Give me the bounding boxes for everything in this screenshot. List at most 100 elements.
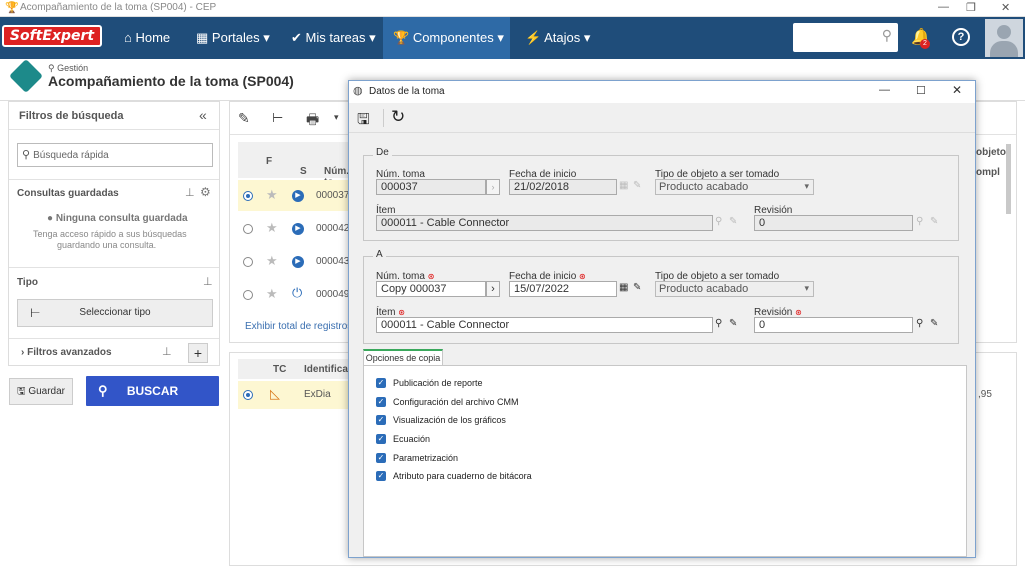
checkbox[interactable]: ✓: [376, 378, 386, 388]
grid-header: F S Núm. to: [238, 142, 350, 188]
advanced-filters-toggle[interactable]: › Filtros avanzados: [21, 347, 112, 358]
col-f[interactable]: F: [266, 156, 272, 167]
table-row[interactable]: ★ ▶ 000037: [238, 180, 350, 211]
calendar-icon[interactable]: ▦: [619, 282, 628, 293]
add-filter-button[interactable]: +: [188, 343, 208, 363]
close-icon[interactable]: ✕: [952, 83, 962, 97]
vertical-scrollbar[interactable]: [1006, 144, 1011, 214]
search-icon[interactable]: ⚲: [916, 318, 923, 329]
grid-icon: ▦: [196, 30, 209, 45]
chevron-down-icon[interactable]: ▾: [334, 112, 339, 123]
to-rev-input[interactable]: 0: [754, 317, 913, 333]
print-icon[interactable]: 🖶: [306, 109, 319, 133]
save-query-button[interactable]: 🖫 Guardar: [9, 378, 73, 405]
nav-atajos[interactable]: ⚡ Atajos ▾: [515, 17, 600, 59]
to-date-input[interactable]: 15/07/2022: [509, 281, 617, 297]
search-icon[interactable]: ⚲: [715, 318, 722, 329]
search-button[interactable]: ⚲ BUSCAR: [86, 376, 219, 406]
row-num: 000042: [316, 223, 350, 234]
status-icon: ▶: [292, 190, 304, 202]
refresh-icon[interactable]: ↻: [391, 107, 405, 127]
table-row[interactable]: ◺ ExDia: [238, 381, 350, 409]
row-radio[interactable]: [243, 390, 253, 400]
col-s[interactable]: S: [300, 166, 307, 177]
star-icon[interactable]: ★: [266, 220, 278, 236]
checkbox[interactable]: ✓: [376, 397, 386, 407]
nav-portales-label: Portales: [211, 30, 260, 45]
divider: [9, 179, 219, 180]
star-icon[interactable]: ★: [266, 286, 278, 302]
table-row[interactable]: ★ ▶ 000042: [238, 213, 350, 244]
row-radio[interactable]: [243, 257, 253, 267]
col-objeto[interactable]: objeto: [976, 147, 1006, 158]
to-type-select[interactable]: Producto acabado ▾: [655, 281, 814, 297]
from-date-field: 21/02/2018: [509, 179, 617, 195]
pin-icon[interactable]: ⊥: [185, 186, 195, 199]
help-icon[interactable]: ?: [952, 28, 970, 46]
saved-queries-label: Consultas guardadas: [17, 188, 119, 199]
pin-icon[interactable]: ⊥: [203, 275, 213, 288]
select-type-label: Seleccionar tipo: [79, 307, 151, 318]
maximize-icon[interactable]: ☐: [916, 84, 926, 97]
eraser-icon[interactable]: ✎: [729, 318, 737, 329]
arrow-right-button[interactable]: ›: [486, 281, 500, 297]
nav-mis-tareas[interactable]: ✔ Mis tareas ▾: [281, 17, 386, 59]
checkbox[interactable]: ✓: [376, 453, 386, 463]
show-total-link[interactable]: Exhibir total de registros: [245, 321, 352, 332]
required-icon: ⊛: [579, 272, 586, 281]
star-icon[interactable]: ★: [266, 253, 278, 269]
to-item-input[interactable]: 000011 - Cable Connector: [376, 317, 713, 333]
option-label: Parametrización: [393, 453, 459, 463]
to-legend: A: [373, 249, 386, 260]
col-identificacion[interactable]: Identificac: [304, 364, 353, 375]
no-saved-hint-2: guardando una consulta.: [57, 240, 157, 250]
minimize-icon[interactable]: —: [879, 84, 890, 96]
quick-search-input[interactable]: ⚲ Búsqueda rápida: [17, 143, 213, 167]
select-type-button[interactable]: ⊢ Seleccionar tipo: [17, 299, 213, 327]
collapse-icon[interactable]: «: [199, 107, 207, 123]
pin-icon[interactable]: ⊥: [162, 345, 172, 358]
table-row[interactable]: ★ ⏻ 000049: [238, 279, 350, 310]
required-icon: ⊛: [427, 272, 435, 281]
avatar[interactable]: [985, 19, 1023, 57]
close-icon[interactable]: ✕: [1001, 1, 1010, 14]
col-tc[interactable]: TC: [273, 364, 286, 375]
bolt-icon: ⚡: [525, 30, 542, 45]
checkbox[interactable]: ✓: [376, 471, 386, 481]
tab-copy-options[interactable]: Opciones de copia: [363, 349, 443, 366]
row-num: 000049: [316, 289, 350, 300]
nav-componentes[interactable]: 🏆 Componentes ▾: [383, 17, 510, 59]
restore-icon[interactable]: ❐: [966, 1, 976, 14]
required-icon: ⊛: [795, 308, 802, 317]
row-radio[interactable]: [243, 290, 253, 300]
window-title: Acompañamiento de la toma (SP004) - CEP: [20, 2, 217, 13]
minimize-icon[interactable]: —: [938, 1, 949, 13]
eraser-icon[interactable]: ✎: [633, 282, 641, 293]
from-num-field: 000037: [376, 179, 486, 195]
gear-icon[interactable]: ⚙: [200, 185, 211, 199]
nav-search-input[interactable]: ⚲: [793, 23, 898, 52]
edit-icon[interactable]: ✎: [238, 110, 250, 127]
tree-icon[interactable]: ⊢: [272, 110, 283, 126]
col-ompl[interactable]: ompl: [976, 167, 1000, 178]
to-num-input[interactable]: Copy 000037: [376, 281, 486, 297]
eraser-icon: ✎: [633, 180, 642, 191]
table-row[interactable]: ★ ▶ 000043: [238, 246, 350, 277]
row-num: 000037: [316, 190, 350, 201]
nav-portales[interactable]: ▦ Portales ▾: [186, 17, 280, 59]
from-type-value: Producto acabado: [659, 181, 749, 193]
page-title: Acompañamiento de la toma (SP004): [48, 73, 294, 89]
eraser-icon[interactable]: ✎: [930, 318, 938, 329]
search-icon: ⚲: [715, 216, 723, 227]
row-radio[interactable]: [243, 191, 253, 201]
nav-home[interactable]: ⌂ Home: [114, 17, 180, 59]
checkbox[interactable]: ✓: [376, 415, 386, 425]
ruler-icon: ◺: [270, 386, 280, 401]
required-icon: ⊛: [398, 308, 405, 317]
save-exit-icon[interactable]: 🖫: [357, 109, 370, 134]
checkbox[interactable]: ✓: [376, 434, 386, 444]
star-icon[interactable]: ★: [266, 187, 278, 203]
tab-copy-options-label: Opciones de copia: [365, 353, 441, 363]
row-radio[interactable]: [243, 224, 253, 234]
search-icon: ⚲: [98, 383, 108, 398]
